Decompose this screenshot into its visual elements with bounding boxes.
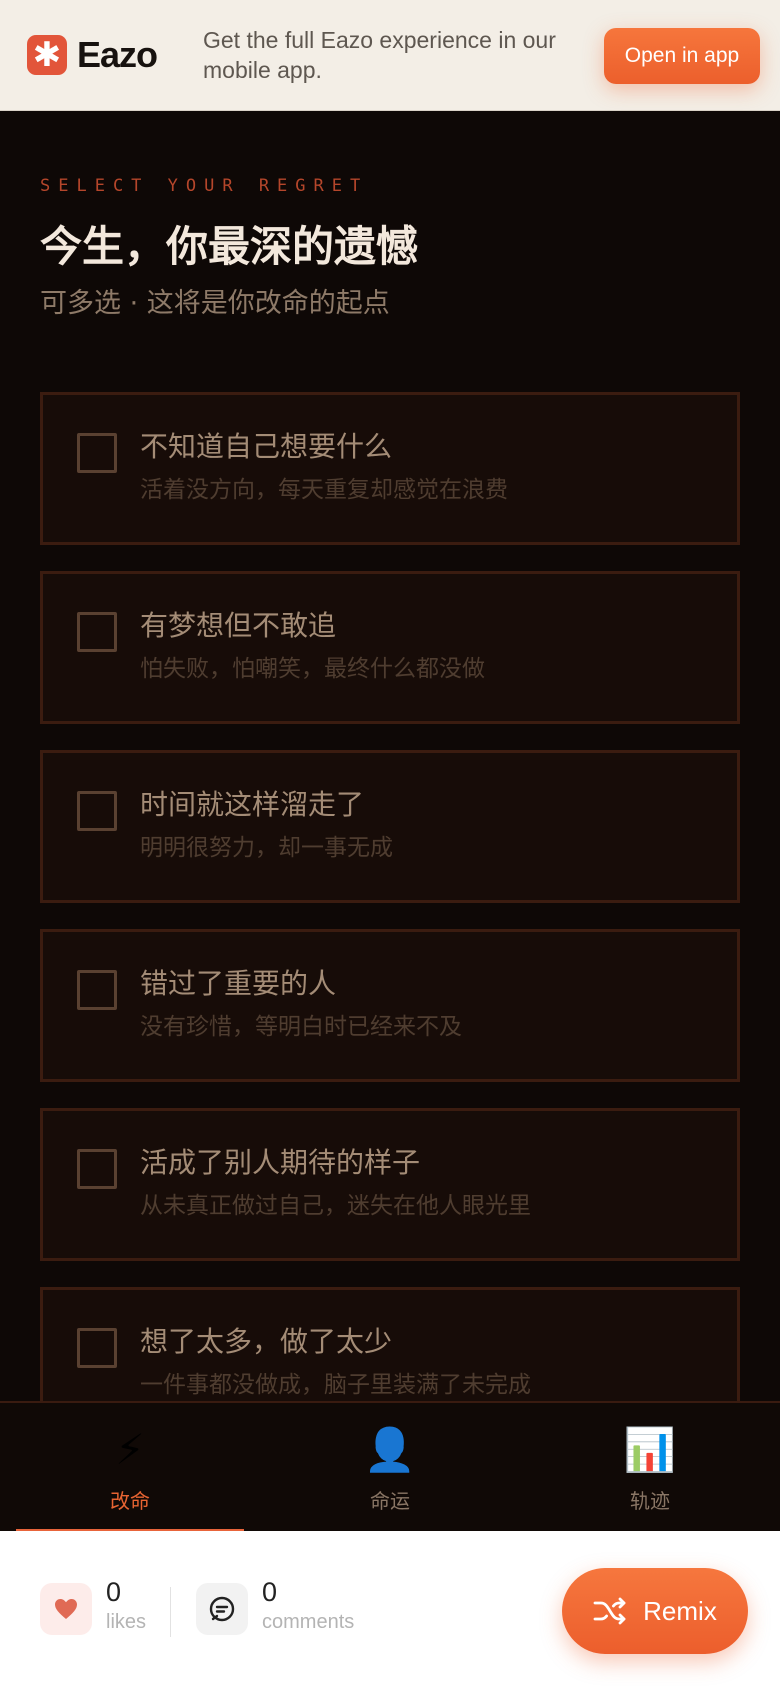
option-title: 活成了别人期待的样子 [140,1146,421,1179]
page-header: SELECT YOUR REGRET 今生，你最深的遗憾 可多选 · 这将是你改… [40,111,740,324]
checkbox[interactable] [77,433,117,473]
option-description: 活着没方向，每天重复却感觉在浪费 [140,477,508,503]
option-title: 错过了重要的人 [140,967,337,1000]
option-title: 想了太多，做了太少 [140,1325,393,1358]
remix-button[interactable]: Remix [562,1568,748,1654]
social-footer: 0 likes 0 comments Remix [0,1531,780,1688]
page-subtitle: 可多选 · 这将是你改命的起点 [40,288,390,319]
brand-logo: ✱ Eazo [27,34,177,76]
option-description: 明明很努力，却一事无成 [140,835,393,861]
regret-options-list: 不知道自己想要什么 活着没方向，每天重复却感觉在浪费 有梦想但不敢追 怕失败，怕… [40,392,740,1466]
bar-chart-icon: 📊 [623,1425,677,1474]
nav-label: 轨迹 [630,1489,670,1513]
option-title: 时间就这样溜走了 [140,788,365,821]
nav-tab-change-fate[interactable]: ⚡ 改命 [0,1403,260,1533]
asterisk-logo-icon: ✱ [27,35,67,75]
regret-option[interactable]: 不知道自己想要什么 活着没方向，每天重复却感觉在浪费 [40,392,740,545]
likes-label: likes [106,1611,147,1633]
stat-divider [170,1587,171,1637]
eyebrow-label: SELECT YOUR REGRET [40,176,369,196]
checkbox[interactable] [77,791,117,831]
regret-option[interactable]: 活成了别人期待的样子 从未真正做过自己，迷失在他人眼光里 [40,1108,740,1261]
remix-label: Remix [643,1595,717,1626]
comment-icon[interactable] [196,1583,248,1635]
regret-option[interactable]: 时间就这样溜走了 明明很努力，却一事无成 [40,750,740,903]
brand-name: Eazo [77,34,158,75]
option-description: 怕失败，怕嘲笑，最终什么都没做 [140,656,485,682]
nav-label: 改命 [110,1489,150,1513]
checkbox[interactable] [77,612,117,652]
nav-tab-trajectory[interactable]: 📊 轨迹 [520,1403,780,1531]
checkbox[interactable] [77,1149,117,1189]
option-description: 一件事都没做成，脑子里装满了未完成 [140,1372,531,1398]
option-title: 有梦想但不敢追 [140,609,337,642]
app-banner: ✱ Eazo Get the full Eazo experience in o… [0,0,780,111]
nav-label: 命运 [370,1489,410,1513]
regret-option[interactable]: 有梦想但不敢追 怕失败，怕嘲笑，最终什么都没做 [40,571,740,724]
heart-icon[interactable] [40,1583,92,1635]
banner-message: Get the full Eazo experience in our mobi… [203,27,556,83]
option-title: 不知道自己想要什么 [140,430,393,463]
option-description: 从未真正做过自己，迷失在他人眼光里 [140,1193,531,1219]
lightning-icon: ⚡ [115,1425,145,1474]
nav-tab-destiny[interactable]: 👤 命运 [260,1403,520,1531]
checkbox[interactable] [77,970,117,1010]
comments-stat[interactable]: 0 comments [196,1577,355,1635]
person-icon: 👤 [363,1425,417,1474]
open-in-app-button[interactable]: Open in app [604,28,760,84]
comments-count: 0 [262,1577,278,1607]
page-title: 今生，你最深的遗憾 [40,222,419,271]
comments-label: comments [262,1611,355,1633]
regret-option[interactable]: 错过了重要的人 没有珍惜，等明白时已经来不及 [40,929,740,1082]
likes-count: 0 [106,1577,122,1607]
checkbox[interactable] [77,1328,117,1368]
likes-stat[interactable]: 0 likes [40,1577,147,1635]
shuffle-icon [593,1597,626,1625]
bottom-nav: ⚡ 改命 👤 命运 📊 轨迹 [0,1401,780,1533]
option-description: 没有珍惜，等明白时已经来不及 [140,1014,462,1040]
